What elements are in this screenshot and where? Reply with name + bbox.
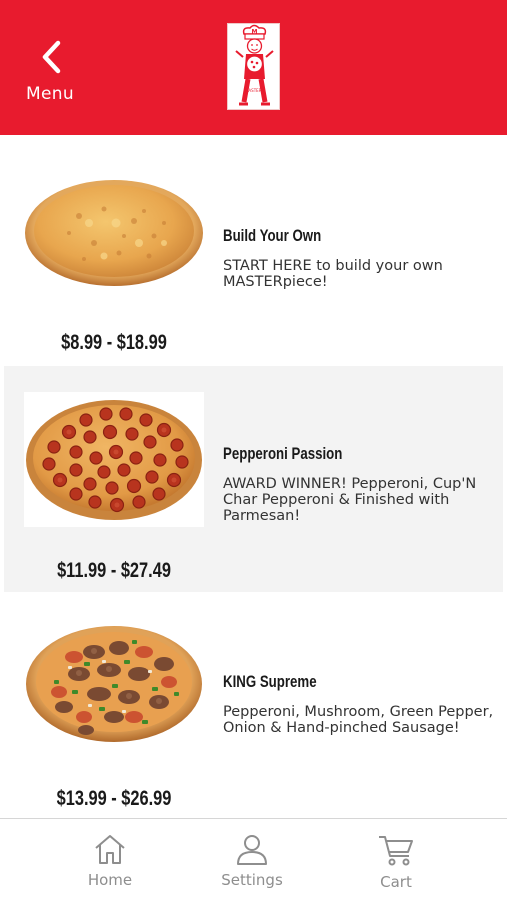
item-title: KING Supreme — [223, 672, 317, 691]
back-button[interactable]: Menu — [22, 40, 86, 112]
menu-item-pepperoni-passion[interactable]: Pepperoni Passion AWARD WINNER! Pepperon… — [4, 366, 503, 592]
home-icon — [95, 835, 125, 864]
item-price: $13.99 - $26.99 — [56, 787, 172, 810]
item-price: $8.99 - $18.99 — [61, 331, 167, 354]
cart-icon — [379, 836, 413, 866]
item-title: Pepperoni Passion — [223, 444, 343, 463]
tab-home[interactable]: Home — [55, 819, 165, 900]
tab-cart[interactable]: Cart — [341, 819, 451, 900]
tab-cart-label: Cart — [380, 873, 412, 891]
menu-list[interactable]: Build Your Own START HERE to build your … — [0, 135, 507, 818]
brand-logo: M MASTERS — [227, 23, 280, 110]
bottom-tab-bar: Home Settings Cart — [0, 818, 507, 900]
supreme-pizza-image — [24, 622, 204, 757]
item-price: $11.99 - $27.49 — [57, 559, 171, 582]
back-label: Menu — [26, 84, 74, 104]
tab-settings-label: Settings — [221, 871, 283, 889]
cheese-pizza-image — [24, 161, 204, 296]
tab-settings[interactable]: Settings — [197, 819, 307, 900]
tab-home-label: Home — [87, 871, 133, 889]
svg-text:M: M — [252, 29, 258, 36]
app-header: Menu M MASTERS — [0, 0, 507, 135]
person-icon — [237, 835, 267, 865]
pepperoni-pizza-image — [24, 392, 204, 527]
item-description: AWARD WINNER! Pepperoni, Cup'N Char Pepp… — [223, 476, 477, 524]
item-title: Build Your Own — [223, 226, 322, 245]
item-description: Pepperoni, Mushroom, Green Pepper, Onion… — [223, 704, 494, 736]
item-description: START HERE to build your own MASTERpiece… — [223, 258, 443, 290]
menu-item-build-your-own[interactable]: Build Your Own START HERE to build your … — [4, 135, 503, 361]
svg-text:MASTERS: MASTERS — [245, 88, 264, 93]
chevron-left-icon — [42, 40, 61, 74]
menu-item-king-supreme[interactable]: KING Supreme Pepperoni, Mushroom, Green … — [4, 592, 503, 818]
